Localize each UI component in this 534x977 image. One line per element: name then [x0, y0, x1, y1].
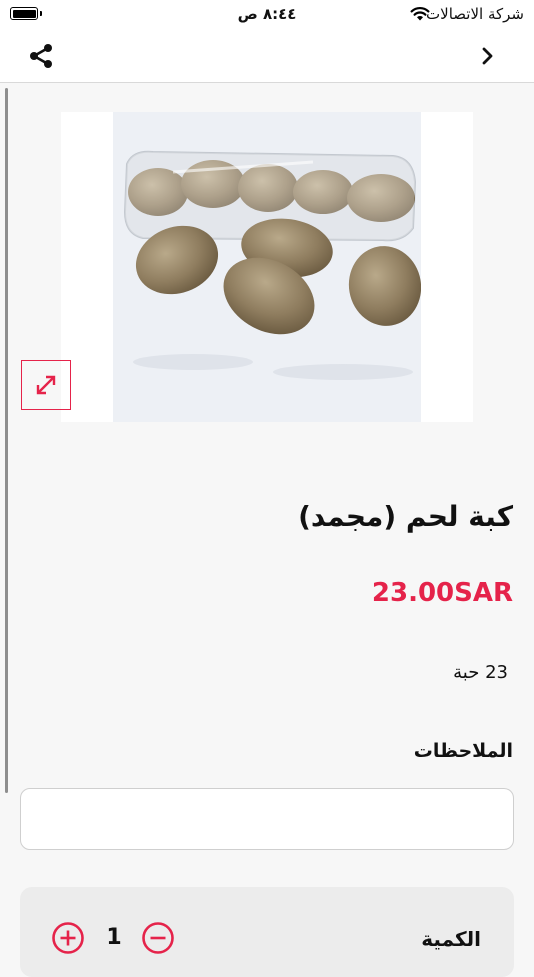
back-button[interactable]: [478, 44, 498, 68]
quantity-panel: 1 الكمية: [20, 887, 514, 977]
product-photo: [113, 112, 421, 422]
kibbeh-photo: [113, 112, 421, 422]
nav-bar: [0, 30, 534, 83]
notes-label: الملاحظات: [413, 740, 513, 762]
quantity-value: 1: [106, 925, 122, 950]
product-title: كبة لحم (مجمد): [298, 500, 513, 533]
notes-input[interactable]: [20, 788, 514, 850]
share-button[interactable]: [26, 40, 58, 72]
quantity-label: الكمية: [421, 927, 481, 951]
carrier-name: شركة الاتصالات: [426, 5, 524, 23]
expand-image-button[interactable]: [21, 360, 71, 410]
share-icon: [30, 44, 52, 68]
expand-arrows-icon: [36, 375, 56, 395]
battery-icon: [10, 7, 42, 20]
scroll-indicator[interactable]: [5, 88, 8, 793]
product-price: 23.00SAR: [371, 578, 513, 608]
product-description: 23 حبة: [453, 662, 508, 683]
status-bar: ٨:٤٤ ص شركة الاتصالات: [0, 0, 534, 30]
chevron-right-icon: [482, 47, 493, 65]
status-time: ٨:٤٤ ص: [237, 5, 297, 23]
product-image-frame[interactable]: [61, 112, 473, 422]
